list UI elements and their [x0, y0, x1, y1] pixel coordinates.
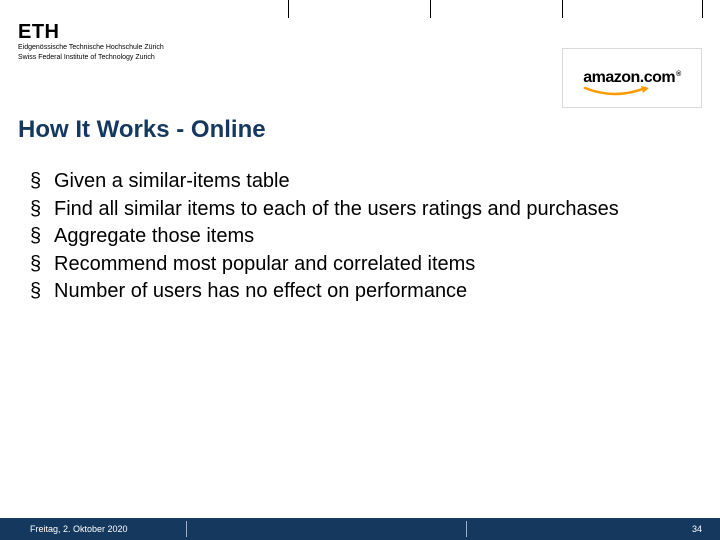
list-item: Given a similar-items table [30, 168, 690, 196]
footer-date: Freitag, 2. Oktober 2020 [0, 524, 128, 534]
amazon-logo-box: amazon.com® [562, 48, 702, 108]
list-item: Recommend most popular and correlated it… [30, 251, 690, 279]
eth-logo-sub2: Swiss Federal Institute of Technology Zu… [18, 54, 164, 62]
bullet-list: Given a similar-items table Find all sim… [30, 168, 690, 306]
footer-divider [186, 521, 187, 537]
footer-divider [466, 521, 467, 537]
eth-logo-sub1: Eidgenössische Technische Hochschule Zür… [18, 44, 164, 52]
list-item: Find all similar items to each of the us… [30, 196, 690, 224]
list-item: Aggregate those items [30, 223, 690, 251]
amazon-logo: amazon.com® [583, 69, 681, 87]
eth-logo-main: ETH [18, 22, 164, 42]
list-item: Number of users has no effect on perform… [30, 278, 690, 306]
slide-title: How It Works - Online [18, 116, 266, 144]
content-area: Given a similar-items table Find all sim… [30, 168, 690, 306]
footer-bar: Freitag, 2. Oktober 2020 34 [0, 518, 720, 540]
eth-logo: ETH Eidgenössische Technische Hochschule… [18, 22, 164, 63]
amazon-smile-icon [583, 86, 653, 100]
top-divider-lines [0, 0, 720, 18]
amazon-logo-text: amazon.com® [583, 69, 681, 86]
footer-page-number: 34 [692, 524, 702, 534]
